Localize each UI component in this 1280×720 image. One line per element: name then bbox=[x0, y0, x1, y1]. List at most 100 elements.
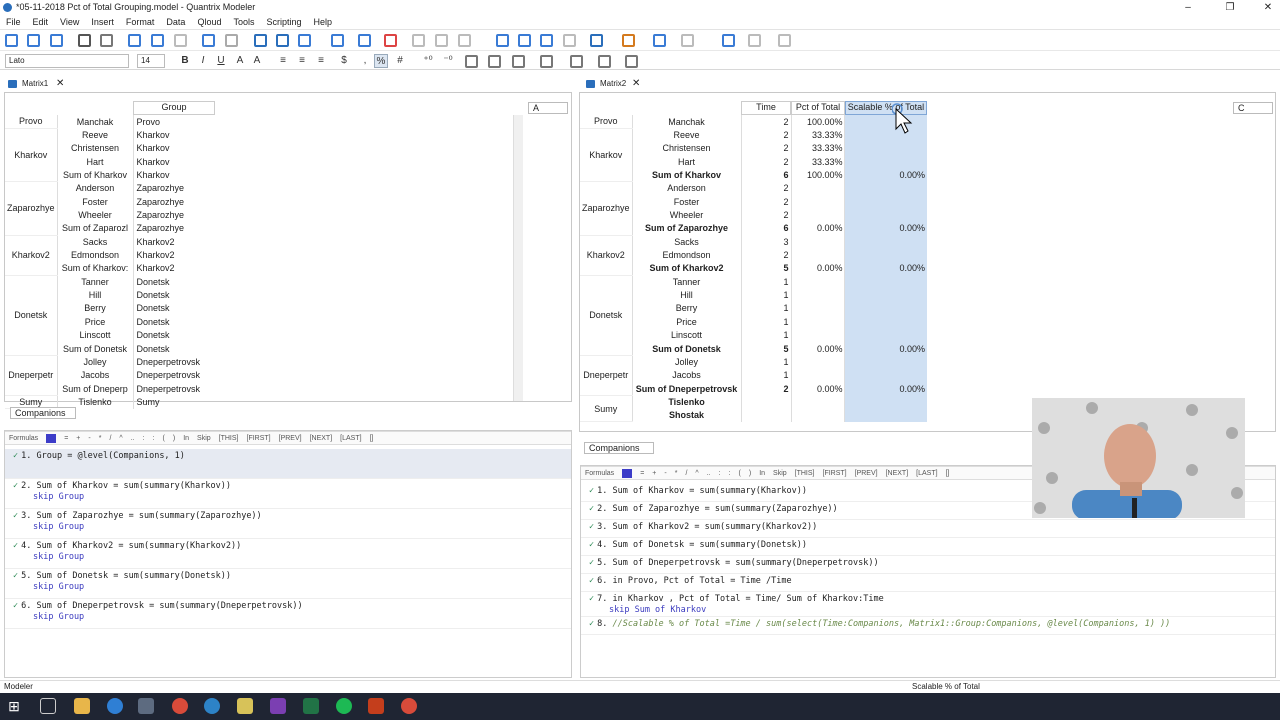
format-button-5[interactable]: ≡ bbox=[276, 54, 290, 68]
scalable-cell[interactable] bbox=[844, 288, 927, 302]
cell-value[interactable]: Kharkov2 bbox=[132, 235, 215, 249]
scalable-cell[interactable] bbox=[844, 181, 927, 196]
format-button-4[interactable]: A bbox=[250, 54, 264, 68]
formula-token-button[interactable]: [PREV] bbox=[851, 467, 882, 481]
toolbar-icon-18[interactable] bbox=[458, 34, 471, 47]
scalable-cell[interactable] bbox=[844, 141, 927, 156]
formula-row[interactable]: ✓ 5. Sum of Dneperpetrovsk = sum(summary(… bbox=[581, 556, 1275, 574]
menu-file[interactable]: File bbox=[0, 15, 27, 30]
time-cell[interactable]: 2 bbox=[740, 381, 791, 396]
scalable-cell[interactable] bbox=[844, 301, 927, 316]
category-tile-a[interactable]: A bbox=[528, 102, 568, 114]
format-button-12[interactable]: ⁺⁰ bbox=[421, 54, 435, 68]
cell-value[interactable]: Kharkov bbox=[132, 128, 215, 142]
time-cell[interactable]: 6 bbox=[740, 221, 791, 236]
item-label[interactable]: Foster bbox=[57, 195, 134, 209]
formula-token-button[interactable]: : bbox=[725, 467, 735, 481]
function-icon[interactable] bbox=[618, 467, 636, 481]
toolbar-icon-4[interactable] bbox=[100, 34, 113, 47]
item-label[interactable]: Berry bbox=[57, 301, 134, 316]
item-label[interactable]: Price bbox=[57, 315, 134, 329]
time-cell[interactable] bbox=[740, 395, 791, 409]
formula-row[interactable]: ✓ 4. Sum of Kharkov2 = sum(summary(Kharko… bbox=[5, 539, 571, 569]
formula-token-button[interactable]: / bbox=[681, 467, 691, 481]
onenote-icon[interactable] bbox=[270, 698, 286, 714]
pct-cell[interactable] bbox=[790, 368, 845, 382]
time-cell[interactable]: 1 bbox=[740, 301, 791, 316]
function-icon[interactable] bbox=[42, 432, 60, 446]
formula-token-button[interactable]: + bbox=[72, 432, 84, 446]
pct-cell[interactable]: 33.33% bbox=[790, 155, 845, 169]
cell-value[interactable]: Kharkov2 bbox=[132, 248, 215, 262]
item-label[interactable]: Manchak bbox=[632, 115, 742, 129]
menu-edit[interactable]: Edit bbox=[27, 15, 55, 30]
toolbar-icon-13[interactable] bbox=[331, 34, 344, 47]
cell-value[interactable]: Zaparozhye bbox=[132, 221, 215, 236]
time-cell[interactable]: 1 bbox=[740, 315, 791, 329]
pct-cell[interactable]: 33.33% bbox=[790, 141, 845, 156]
item-label[interactable]: Edmondson bbox=[57, 248, 134, 262]
formula-token-button[interactable]: ) bbox=[745, 467, 755, 481]
menu-format[interactable]: Format bbox=[120, 15, 161, 30]
menu-scripting[interactable]: Scripting bbox=[260, 15, 307, 30]
scalable-cell[interactable] bbox=[844, 315, 927, 329]
formula-row[interactable]: ✓ 6. in Provo, Pct of Total = Time /Time bbox=[581, 574, 1275, 592]
scalable-cell[interactable] bbox=[844, 355, 927, 369]
cell-value[interactable]: Dneperpetrovsk bbox=[132, 355, 215, 369]
cell-value[interactable]: Sumy bbox=[132, 395, 215, 409]
toolbar-icon-22[interactable] bbox=[563, 34, 576, 47]
item-label[interactable]: Sum of Donetsk bbox=[632, 341, 742, 356]
formula-token-button[interactable]: - bbox=[660, 467, 670, 481]
item-label[interactable]: Anderson bbox=[57, 181, 134, 196]
menu-insert[interactable]: Insert bbox=[85, 15, 120, 30]
format-button-1[interactable]: I bbox=[196, 54, 210, 68]
toolbar-icon-12[interactable] bbox=[298, 34, 311, 47]
toolbar-icon-6[interactable] bbox=[151, 34, 164, 47]
menu-tools[interactable]: Tools bbox=[227, 15, 260, 30]
formula-token-button[interactable]: : bbox=[139, 432, 149, 446]
toolbar-icon-23[interactable] bbox=[590, 34, 603, 47]
pct-cell[interactable] bbox=[790, 328, 845, 342]
scalable-cell[interactable] bbox=[844, 248, 927, 262]
scalable-cell[interactable] bbox=[844, 195, 927, 209]
formula-row[interactable]: ✓ 8. //Scalable % of Total =Time / sum(se… bbox=[581, 617, 1275, 635]
formula-token-button[interactable]: / bbox=[105, 432, 115, 446]
toolbar-icon-24[interactable] bbox=[622, 34, 635, 47]
toolbar-icon-3[interactable] bbox=[78, 34, 91, 47]
pct-cell[interactable]: 0.00% bbox=[790, 381, 845, 396]
toolbar-icon-19[interactable] bbox=[496, 34, 509, 47]
item-label[interactable]: Christensen bbox=[632, 141, 742, 156]
pct-cell[interactable] bbox=[790, 315, 845, 329]
formula-token-button[interactable]: = bbox=[636, 467, 648, 481]
file-explorer-icon[interactable] bbox=[74, 698, 90, 714]
formula-text[interactable]: in Kharkov , Pct of Total = Time/ Sum of… bbox=[613, 594, 884, 604]
close-tab-icon[interactable]: ✕ bbox=[632, 77, 640, 91]
formula-token-button[interactable]: ( bbox=[159, 432, 169, 446]
formula-token-button[interactable]: .. bbox=[127, 432, 139, 446]
category-label[interactable]: Dneperpetr bbox=[5, 355, 58, 396]
formula-token-button[interactable]: [PREV] bbox=[275, 432, 306, 446]
toolbar-icon-5[interactable] bbox=[128, 34, 141, 47]
pct-cell[interactable]: 100.00% bbox=[790, 168, 845, 182]
time-cell[interactable]: 2 bbox=[740, 128, 791, 142]
tab-matrix1[interactable]: Matrix1 ✕ bbox=[0, 77, 70, 91]
formula-text[interactable]: Sum of Kharkov2 = sum(summary(Kharkov2)) bbox=[613, 522, 818, 532]
item-label[interactable]: Sum of Donetsk bbox=[57, 341, 134, 356]
toolbar-icon-27[interactable] bbox=[722, 34, 735, 47]
column-header-time[interactable]: Time bbox=[741, 101, 791, 115]
formula-row[interactable]: ✓ 3. Sum of Zaparozhye = sum(summary(Zapa… bbox=[5, 509, 571, 539]
task-view-icon[interactable] bbox=[40, 698, 56, 714]
pct-cell[interactable]: 0.00% bbox=[790, 221, 845, 236]
cell-value[interactable]: Kharkov bbox=[132, 141, 215, 156]
vertical-scrollbar[interactable] bbox=[513, 115, 523, 401]
category-label[interactable]: Donetsk bbox=[580, 275, 633, 356]
formula-token-button[interactable]: Skip bbox=[193, 432, 215, 446]
formula-text[interactable]: in Provo, Pct of Total = Time /Time bbox=[613, 576, 792, 586]
cell-value[interactable]: Zaparozhye bbox=[132, 195, 215, 209]
toolbar-icon-1[interactable] bbox=[27, 34, 40, 47]
scalable-cell[interactable] bbox=[844, 155, 927, 169]
item-label[interactable]: Manchak bbox=[57, 115, 134, 129]
edge-icon[interactable] bbox=[107, 698, 123, 714]
scalable-cell[interactable] bbox=[844, 395, 927, 409]
pct-cell[interactable] bbox=[790, 408, 845, 422]
